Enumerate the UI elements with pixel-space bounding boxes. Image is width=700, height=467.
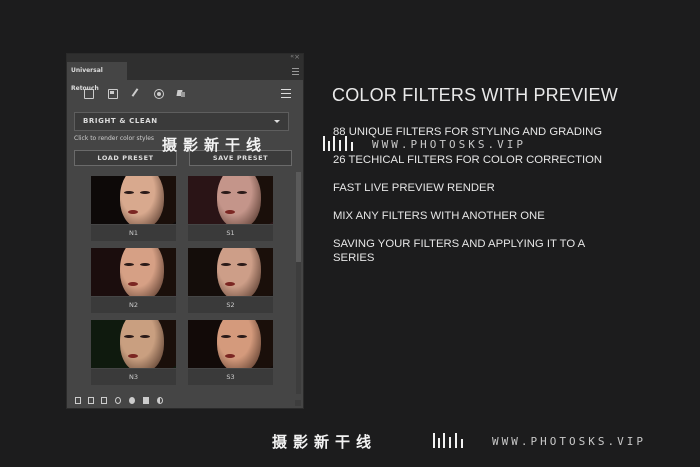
portrait-eye bbox=[140, 191, 150, 194]
portrait-eye bbox=[237, 191, 247, 194]
portrait-face bbox=[217, 320, 261, 368]
filter-preview-card[interactable]: N2 bbox=[91, 248, 176, 313]
portrait-lips bbox=[128, 354, 138, 358]
portrait-face bbox=[120, 176, 164, 224]
watermark-logo bbox=[433, 433, 467, 448]
panel-tab-bar: Universal Retouch bbox=[67, 62, 303, 92]
feature-item: FAST LIVE PREVIEW RENDER bbox=[333, 182, 495, 194]
portrait-eye bbox=[140, 263, 150, 266]
portrait-eye bbox=[237, 335, 247, 338]
portrait-eye bbox=[221, 263, 231, 266]
portrait-eye bbox=[237, 263, 247, 266]
portrait-eye bbox=[140, 335, 150, 338]
portrait-face bbox=[120, 320, 164, 368]
feature-item: 26 TECHICAL FILTERS FOR COLOR CORRECTION bbox=[333, 154, 603, 166]
feature-item: 88 UNIQUE FILTERS FOR STYLING AND GRADIN… bbox=[333, 126, 603, 138]
refresh-icon[interactable] bbox=[115, 397, 121, 404]
portrait-lips bbox=[225, 282, 235, 286]
filter-preview-grid: N1 S1 N2 S2 N3 S3 bbox=[67, 172, 297, 394]
filter-preview-image bbox=[188, 320, 273, 368]
filter-label: N2 bbox=[91, 297, 176, 313]
portrait-eye bbox=[221, 191, 231, 194]
scrollbar[interactable] bbox=[296, 172, 301, 394]
scrollbar-thumb[interactable] bbox=[296, 172, 301, 262]
filter-preview-card[interactable]: S1 bbox=[188, 176, 273, 241]
feature-item: MIX ANY FILTERS WITH ANOTHER ONE bbox=[333, 210, 545, 222]
filter-preview-card[interactable]: N1 bbox=[91, 176, 176, 241]
target-icon[interactable] bbox=[154, 89, 164, 99]
watermark-chinese: 摄影新干线 bbox=[272, 433, 378, 451]
filter-preview-card[interactable]: N3 bbox=[91, 320, 176, 385]
note-icon[interactable] bbox=[84, 89, 94, 99]
chevron-down-icon bbox=[274, 120, 280, 123]
watermark-url: WWW.PHOTOSKS.VIP bbox=[492, 435, 646, 448]
filter-style-dropdown[interactable]: BRIGHT & CLEAN bbox=[74, 112, 289, 131]
portrait-eye bbox=[124, 263, 134, 266]
copy-icon[interactable] bbox=[88, 397, 94, 404]
watermark-chinese: 摄影新干线 bbox=[162, 136, 268, 154]
portrait-eye bbox=[124, 335, 134, 338]
watermark-url: WWW.PHOTOSKS.VIP bbox=[372, 138, 526, 151]
portrait-lips bbox=[128, 282, 138, 286]
tab-universal-retouch[interactable]: Universal Retouch bbox=[67, 62, 127, 92]
render-hint: Click to render color styles bbox=[74, 135, 155, 142]
portrait-lips bbox=[128, 210, 138, 214]
panel-flyout-menu-icon[interactable] bbox=[292, 68, 299, 75]
headline: COLOR FILTERS WITH PREVIEW bbox=[332, 85, 618, 105]
dropdown-value: BRIGHT & CLEAN bbox=[83, 117, 158, 125]
filter-preview-card[interactable]: S2 bbox=[188, 248, 273, 313]
universal-retouch-panel: ‹‹ × Universal Retouch BRIGHT & CLEAN Cl… bbox=[66, 53, 304, 409]
gear-icon[interactable] bbox=[129, 397, 135, 404]
toolbar bbox=[67, 84, 303, 102]
filter-preview-card[interactable]: S3 bbox=[188, 320, 273, 385]
watermark-logo bbox=[323, 136, 357, 151]
panel-close-icon[interactable]: × bbox=[294, 53, 300, 61]
filter-label: S2 bbox=[188, 297, 273, 313]
resize-grip[interactable] bbox=[295, 400, 301, 406]
portrait-eye bbox=[221, 335, 231, 338]
portrait-face bbox=[120, 248, 164, 296]
portrait-lips bbox=[225, 210, 235, 214]
portrait-lips bbox=[225, 354, 235, 358]
stack-icon[interactable] bbox=[177, 89, 185, 97]
contrast-icon[interactable] bbox=[157, 397, 163, 404]
filter-preview-image bbox=[91, 176, 176, 224]
filter-label: S1 bbox=[188, 225, 273, 241]
filter-preview-image bbox=[91, 248, 176, 296]
filter-preview-image bbox=[91, 320, 176, 368]
portrait-eye bbox=[124, 191, 134, 194]
brush-icon[interactable] bbox=[131, 89, 139, 97]
filter-preview-image bbox=[188, 176, 273, 224]
filter-label: N3 bbox=[91, 369, 176, 385]
filter-label: N1 bbox=[91, 225, 176, 241]
save-icon[interactable] bbox=[108, 89, 118, 99]
portrait-face bbox=[217, 176, 261, 224]
clipboard-icon[interactable] bbox=[75, 397, 81, 404]
hamburger-menu-icon[interactable] bbox=[281, 89, 291, 98]
bottom-toolbar bbox=[67, 394, 303, 409]
feature-item: SAVING YOUR FILTERS AND APPLYING IT TO A… bbox=[333, 238, 585, 264]
panel-title-strip: ‹‹ × bbox=[67, 53, 303, 62]
collapse-arrows-icon[interactable]: ‹‹ bbox=[290, 53, 294, 60]
filter-label: S3 bbox=[188, 369, 273, 385]
mask-icon[interactable] bbox=[143, 397, 149, 404]
filter-preview-image bbox=[188, 248, 273, 296]
duplicate-icon[interactable] bbox=[101, 397, 107, 404]
portrait-face bbox=[217, 248, 261, 296]
